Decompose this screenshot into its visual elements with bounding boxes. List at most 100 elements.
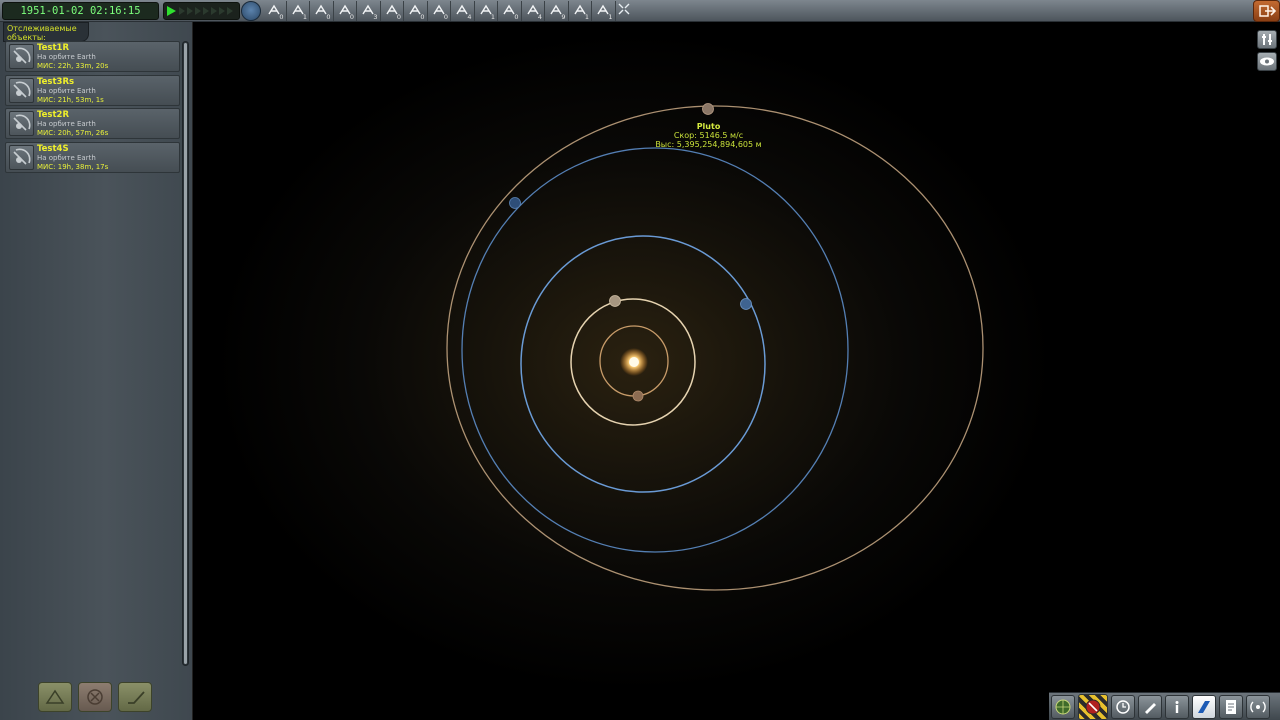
- fly-icon: [45, 689, 65, 704]
- info-button[interactable]: [1165, 694, 1189, 719]
- warp-chevron-icon[interactable]: [219, 7, 225, 15]
- filter-count: 0: [279, 13, 284, 21]
- vessel-status: На орбите Earth: [37, 53, 96, 61]
- kerbnet-button[interactable]: [1192, 694, 1216, 719]
- focus-body-altitude: Выс: 5,395,254,894,605 м: [655, 140, 762, 149]
- vessel-type-icon: [9, 144, 34, 170]
- scrollbar-thumb[interactable]: [184, 43, 187, 664]
- visibility-button[interactable]: [1257, 52, 1277, 71]
- edit-icon: [1145, 702, 1156, 714]
- hazard-icon: [1085, 699, 1101, 714]
- vessel-met: МИС: 20h, 57m, 26s: [37, 129, 109, 138]
- filter-count: 1: [490, 13, 495, 21]
- collapse-filters-icon[interactable]: [617, 2, 631, 16]
- eye-icon: [1260, 57, 1274, 66]
- time-warp-control[interactable]: [163, 2, 240, 20]
- exit-button[interactable]: [1253, 0, 1280, 22]
- filter-count: 0: [396, 13, 401, 21]
- warp-chevron-icon[interactable]: [187, 7, 193, 15]
- filter-asteroid[interactable]: 4: [522, 1, 545, 21]
- vessel-name: Test1R: [37, 43, 70, 53]
- edit-button[interactable]: [1138, 694, 1162, 719]
- warp-chevron-icon[interactable]: [195, 7, 201, 15]
- terminate-button[interactable]: [78, 682, 112, 712]
- focus-body-label: Pluto Скор: 5146.5 м/с Выс: 5,395,254,89…: [600, 122, 817, 149]
- globe-button[interactable]: [1051, 694, 1075, 719]
- filter-count: 1: [608, 13, 613, 21]
- tracked-objects-list: Test1R На орбите Earth МИС: 22h, 33m, 20s T…: [5, 41, 181, 175]
- tracked-object-item[interactable]: Test2R На орбите Earth МИС: 20h, 57m, 26s: [5, 108, 180, 140]
- planet-blue-outer: [509, 197, 521, 209]
- warp-chevron-icon[interactable]: [203, 7, 209, 15]
- filter-eva[interactable]: 1: [475, 1, 498, 21]
- filter-flag[interactable]: 0: [498, 1, 522, 21]
- map-settings-button[interactable]: [1257, 30, 1277, 49]
- warp-chevron-icon[interactable]: [227, 7, 233, 15]
- recover-icon: [128, 691, 145, 704]
- focus-body-speed: Скор: 5146.5 м/с: [673, 131, 744, 140]
- universal-time-clock: 1951-01-02 02:16:15: [2, 2, 159, 20]
- exit-icon: [1259, 5, 1277, 17]
- antenna-icon: [1250, 701, 1266, 712]
- filter-deployed-ground[interactable]: 1: [592, 1, 616, 21]
- warp-chevron-icon[interactable]: [179, 7, 185, 15]
- filter-relay[interactable]: 0: [381, 1, 404, 21]
- tracked-object-item[interactable]: Test3Rs На орбите Earth МИС: 21h, 53m, 1s: [5, 74, 180, 106]
- vessel-filter-bar: 0 1 0 0 3 0 0 0 4 1 0 4 9 1 1: [263, 1, 617, 21]
- filter-ship[interactable]: 1: [287, 1, 310, 21]
- right-side-controls: [1257, 30, 1277, 74]
- filter-plane[interactable]: 0: [310, 1, 334, 21]
- filter-unknown[interactable]: 9: [545, 1, 569, 21]
- tracked-object-item[interactable]: Test1R На орбите Earth МИС: 22h, 33m, 20s: [5, 41, 180, 72]
- fly-button[interactable]: [38, 682, 72, 712]
- antenna-button[interactable]: [1246, 694, 1270, 719]
- bottom-toolbar: [1049, 692, 1280, 720]
- filter-base[interactable]: 4: [451, 1, 475, 21]
- orbit-outer-tan: [446, 105, 984, 591]
- vessel-status: На орбите Earth: [37, 153, 96, 162]
- panel-scrollbar[interactable]: [182, 41, 189, 666]
- orbit-map: [446, 103, 984, 591]
- vessel-name: Test3Rs: [37, 76, 75, 87]
- settings-icon: [1262, 34, 1272, 45]
- recover-button[interactable]: [118, 682, 152, 712]
- filter-count: 0: [443, 13, 448, 21]
- filter-station[interactable]: 0: [428, 1, 451, 21]
- vessel-status: На орбите Earth: [37, 86, 96, 95]
- game-window: Pluto Скор: 5146.5 м/с Выс: 5,395,254,89…: [0, 0, 1280, 720]
- warp-chevron-icon[interactable]: [211, 7, 217, 15]
- map-view[interactable]: [193, 0, 1280, 720]
- globe-icon: [1055, 699, 1071, 714]
- filter-count: 1: [584, 13, 589, 21]
- vessel-status: На орбите Earth: [37, 120, 96, 129]
- kerbnet-icon: [1198, 700, 1210, 713]
- hazard-button[interactable]: [1078, 693, 1108, 720]
- vessel-met: МИС: 19h, 38m, 17s: [37, 162, 109, 171]
- filter-debris[interactable]: 0: [263, 1, 287, 21]
- planet-pluto: [702, 103, 714, 115]
- tracked-object-item[interactable]: Test4S На орбите Earth МИС: 19h, 38m, 17s: [5, 141, 180, 173]
- filter-deployed-science[interactable]: 1: [569, 1, 592, 21]
- notes-button[interactable]: [1219, 694, 1243, 719]
- vessel-name: Test2R: [37, 110, 70, 121]
- vessel-type-icon: [9, 77, 34, 103]
- filter-toggle-button[interactable]: [241, 1, 261, 21]
- notes-icon: [1226, 699, 1236, 714]
- filter-lander[interactable]: 3: [357, 1, 381, 21]
- planet-tan-medium: [609, 295, 621, 307]
- focus-body-name: Pluto: [696, 122, 721, 131]
- planet-blue-medium: [740, 298, 752, 310]
- clock-icon: [1116, 699, 1130, 714]
- filter-count: 1: [302, 13, 307, 21]
- clock-button[interactable]: [1111, 694, 1135, 719]
- filter-count: 4: [467, 13, 472, 21]
- top-toolbar: 1951-01-02 02:16:15 0 1 0 0 3 0 0 0 4 1 0 4 9 1 1: [0, 0, 1280, 22]
- planet-tan-small: [632, 390, 644, 402]
- play-icon[interactable]: [167, 6, 176, 16]
- vessel-met: МИС: 22h, 33m, 20s: [37, 62, 109, 70]
- filter-rover[interactable]: 0: [404, 1, 428, 21]
- filter-probe[interactable]: 0: [334, 1, 357, 21]
- filter-count: 0: [326, 13, 331, 21]
- vessel-name: Test4S: [37, 143, 69, 154]
- tracked-objects-panel: Отслеживаемые объекты: Test1R На орбите E…: [0, 22, 193, 720]
